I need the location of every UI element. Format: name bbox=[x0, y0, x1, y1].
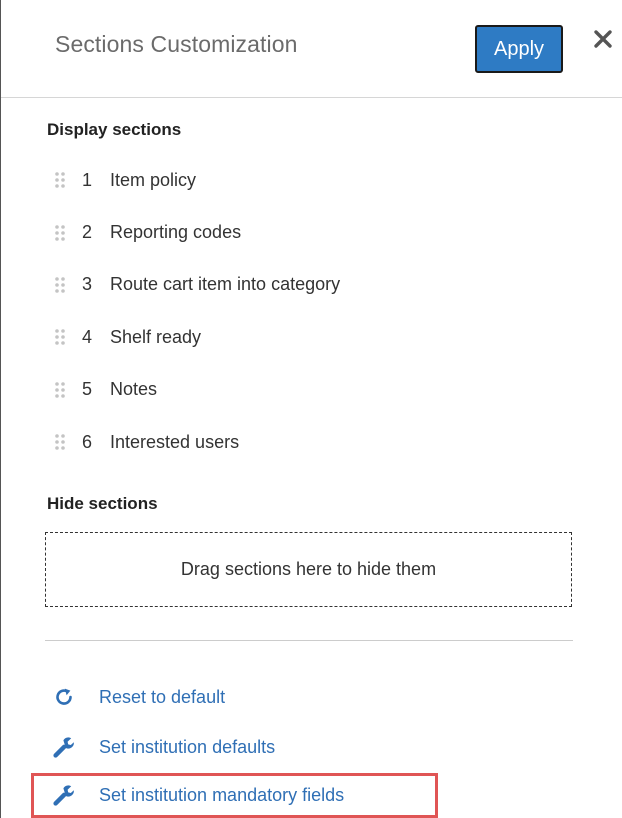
section-item-interested-users[interactable]: 6 Interested users bbox=[47, 416, 567, 468]
section-label: Interested users bbox=[110, 431, 240, 452]
section-number: 4 bbox=[82, 326, 93, 347]
wrench-icon bbox=[53, 736, 75, 758]
reset-label: Reset to default bbox=[99, 686, 226, 707]
section-item-reporting-codes[interactable]: 2 Reporting codes bbox=[47, 206, 567, 258]
section-item-route-cart[interactable]: 3 Route cart item into category bbox=[47, 259, 567, 311]
section-number: 6 bbox=[82, 431, 93, 452]
reset-to-default-link[interactable]: Reset to default bbox=[53, 680, 225, 714]
drag-handle-icon[interactable] bbox=[54, 328, 82, 346]
section-number: 3 bbox=[82, 274, 93, 295]
section-item-shelf-ready[interactable]: 4 Shelf ready bbox=[47, 311, 567, 363]
defaults-label: Set institution defaults bbox=[99, 736, 276, 757]
drag-handle-icon[interactable] bbox=[54, 381, 82, 399]
section-label: Item policy bbox=[110, 169, 197, 190]
display-sections-list: 1 Item policy 2 Reporting codes 3 Route … bbox=[47, 154, 567, 468]
panel-header: Sections Customization Apply bbox=[1, 0, 622, 98]
section-number: 1 bbox=[82, 169, 93, 190]
section-label: Reporting codes bbox=[110, 222, 242, 243]
drag-handle-icon[interactable] bbox=[54, 276, 82, 294]
drag-handle-icon[interactable] bbox=[54, 433, 82, 451]
drop-zone-text: Drag sections here to hide them bbox=[180, 559, 437, 579]
section-number: 5 bbox=[82, 379, 93, 400]
section-item-notes[interactable]: 5 Notes bbox=[47, 364, 567, 416]
panel-title: Sections Customization bbox=[55, 31, 298, 57]
section-label: Route cart item into category bbox=[110, 274, 341, 295]
divider bbox=[45, 640, 573, 641]
drag-handle-icon[interactable] bbox=[54, 224, 82, 242]
highlight-annotation bbox=[31, 773, 438, 818]
hide-sections-drop-zone[interactable]: Drag sections here to hide them bbox=[45, 532, 572, 607]
display-sections-heading: Display sections bbox=[47, 120, 182, 139]
section-label: Notes bbox=[110, 379, 158, 400]
section-item-item-policy[interactable]: 1 Item policy bbox=[47, 154, 567, 206]
close-icon[interactable] bbox=[591, 26, 615, 56]
section-label: Shelf ready bbox=[110, 326, 202, 347]
refresh-icon bbox=[53, 686, 75, 708]
hide-sections-heading: Hide sections bbox=[47, 494, 158, 513]
drag-handle-icon[interactable] bbox=[54, 171, 82, 189]
section-number: 2 bbox=[82, 222, 93, 243]
apply-button[interactable]: Apply bbox=[475, 25, 563, 73]
close-glyph bbox=[594, 30, 612, 48]
sections-customization-panel: Sections Customization Apply Display sec… bbox=[0, 0, 622, 818]
set-institution-defaults-link[interactable]: Set institution defaults bbox=[53, 730, 275, 764]
